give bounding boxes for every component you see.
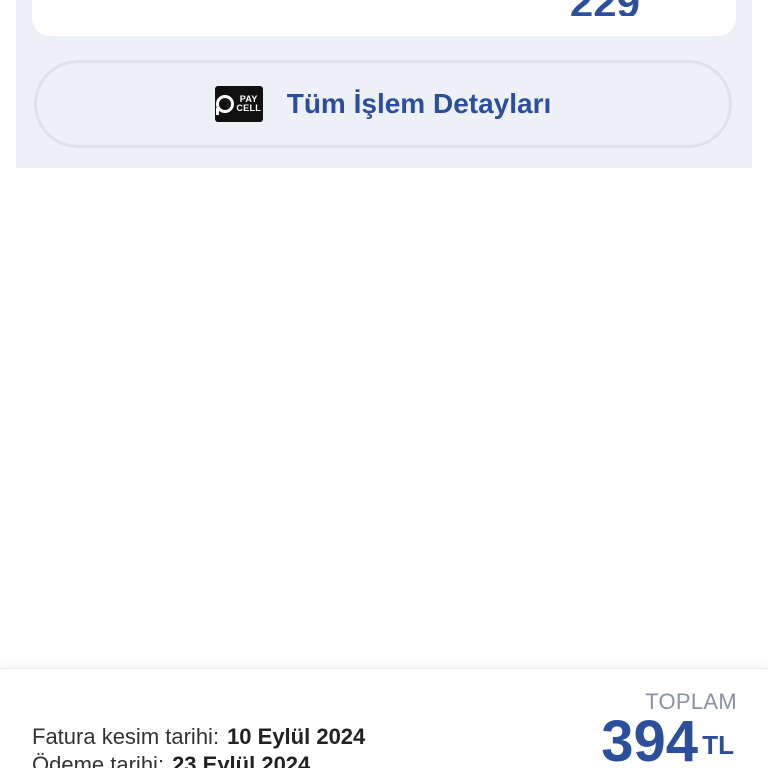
paycell-logo-text-bottom: CELL bbox=[236, 103, 262, 113]
all-transaction-details-label: Tüm İşlem Detayları bbox=[286, 88, 552, 119]
invoice-date-label: Fatura kesim tarihi: bbox=[32, 724, 220, 749]
summary-card: 229 bbox=[32, 0, 736, 36]
summary-left-text bbox=[130, 0, 150, 8]
billing-screen: 229 PAY CELL Tüm İşlem Detayları TOPLAM … bbox=[0, 0, 768, 768]
payment-date-value: 23 Eylül 2024 bbox=[172, 752, 311, 768]
paycell-logo-text: PAY CELL bbox=[236, 95, 261, 113]
all-transaction-details-button[interactable]: PAY CELL Tüm İşlem Detayları bbox=[34, 60, 732, 148]
total-currency: TL bbox=[702, 730, 734, 760]
payment-date-label: Ödeme tarihi: bbox=[32, 752, 165, 768]
total-amount: 394 bbox=[601, 709, 698, 768]
invoice-date-value: 10 Eylül 2024 bbox=[227, 724, 366, 749]
transaction-summary-panel: 229 PAY CELL Tüm İşlem Detayları bbox=[16, 0, 752, 168]
invoice-date-row: Fatura kesim tarihi: 10 Eylül 2024 bbox=[32, 724, 365, 752]
invoice-footer: TOPLAM Fatura kesim tarihi: 10 Eylül 202… bbox=[0, 668, 768, 768]
paycell-logo-icon: PAY CELL bbox=[214, 86, 263, 122]
payment-date-row: Ödeme tarihi: 23 Eylül 2024 bbox=[32, 752, 310, 768]
summary-value: 229 bbox=[570, 0, 640, 16]
paycell-p-icon bbox=[216, 95, 235, 115]
